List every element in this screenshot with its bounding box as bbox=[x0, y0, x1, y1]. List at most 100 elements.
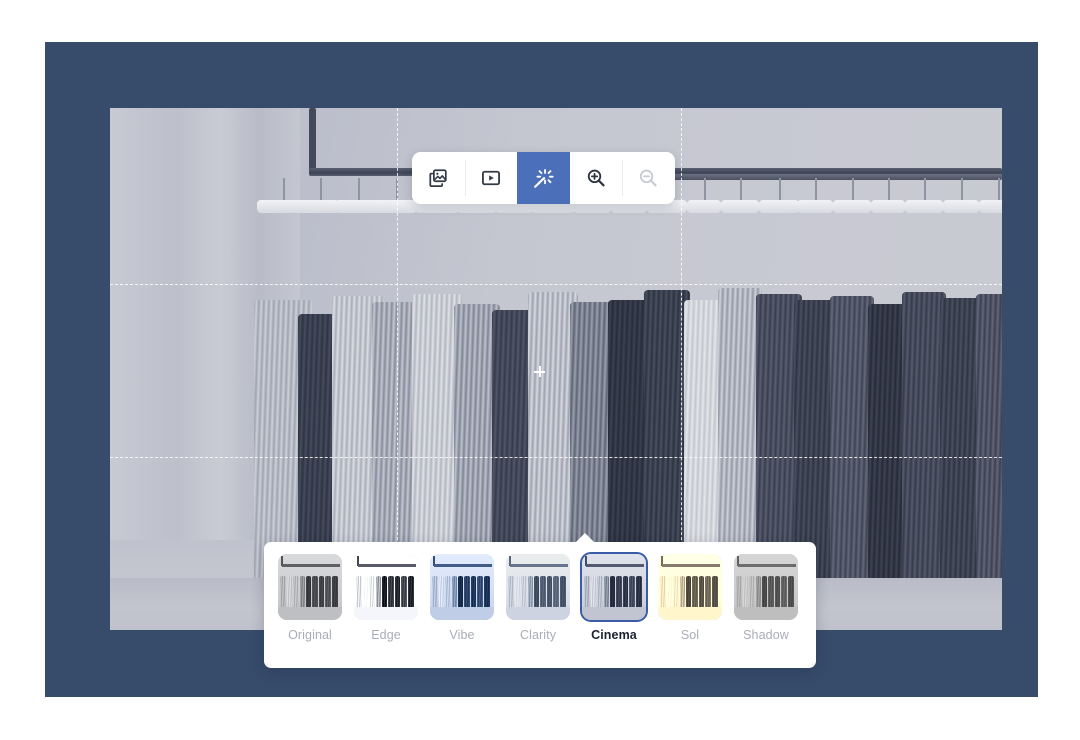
filter-preview-garment bbox=[591, 576, 596, 608]
filter-preview-image bbox=[354, 554, 418, 620]
filter-preview-garment bbox=[616, 576, 622, 608]
filter-item-vibe[interactable]: Vibe bbox=[430, 554, 494, 642]
filter-item-cinema[interactable]: Cinema bbox=[582, 554, 646, 642]
filter-item-original[interactable]: Original bbox=[278, 554, 342, 642]
filter-preview-garment bbox=[692, 576, 698, 608]
filter-preview-garment bbox=[749, 576, 755, 608]
filter-preview-garment bbox=[458, 576, 463, 608]
hanger-shoulder bbox=[871, 200, 905, 213]
hanger-shoulder bbox=[759, 200, 799, 213]
filter-preview-garment bbox=[432, 576, 438, 608]
filter-preview-garments bbox=[354, 567, 418, 608]
filter-preview-garments bbox=[582, 567, 646, 608]
hanger-shoulder bbox=[375, 200, 417, 213]
filter-preview-garment bbox=[508, 576, 514, 608]
toolbar-button-effects[interactable] bbox=[517, 152, 570, 204]
toolbar-button-zoom-out[interactable] bbox=[622, 152, 675, 204]
filter-preview-garment bbox=[686, 576, 691, 608]
filter-item-edge[interactable]: Edge bbox=[354, 554, 418, 642]
toolbar-button-video[interactable] bbox=[464, 152, 517, 204]
filter-label-clarity: Clarity bbox=[519, 628, 557, 642]
toolbar-button-media-library[interactable] bbox=[412, 152, 465, 204]
filter-label-original: Original bbox=[288, 628, 332, 642]
filter-preview-image bbox=[278, 554, 342, 620]
filter-preview-floor bbox=[582, 607, 646, 620]
filter-preview-floor bbox=[430, 607, 494, 620]
filter-preview-image bbox=[430, 554, 494, 620]
filter-preview-garment bbox=[382, 576, 387, 608]
hanger-shoulder bbox=[687, 200, 721, 213]
filter-preview-garment bbox=[306, 576, 311, 608]
filter-item-sol[interactable]: Sol bbox=[658, 554, 722, 642]
hanger-shoulder bbox=[943, 200, 979, 213]
filter-preview-garment bbox=[439, 576, 444, 608]
filter-preview-garment bbox=[408, 576, 414, 608]
filter-preview-garment bbox=[445, 576, 451, 608]
filter-preview-garment bbox=[636, 576, 642, 608]
filter-preview-garment bbox=[515, 576, 520, 608]
filter-preview-garment bbox=[356, 576, 362, 608]
filter-item-shadow[interactable]: Shadow bbox=[734, 554, 798, 642]
hanger-shoulder bbox=[721, 200, 759, 213]
filter-thumbnail-sol[interactable] bbox=[658, 554, 722, 620]
filter-preview-floor bbox=[278, 607, 342, 620]
filter-list: Original Edge Vibe Clarity Cinema Sol Shadow bbox=[264, 554, 816, 642]
filter-preview-garment bbox=[452, 576, 457, 608]
hanger-shoulder bbox=[905, 200, 943, 213]
filter-thumbnail-vibe[interactable] bbox=[430, 554, 494, 620]
filter-preview-garment bbox=[560, 576, 566, 608]
filter-preview-garment bbox=[280, 576, 286, 608]
filter-preview-garments bbox=[430, 567, 494, 608]
filter-preview-garments bbox=[658, 567, 722, 608]
filter-preview-floor bbox=[506, 607, 570, 620]
filter-preview-garment bbox=[756, 576, 761, 608]
filter-preview-garment bbox=[712, 576, 718, 608]
toolbar-button-zoom-in[interactable] bbox=[569, 152, 622, 204]
filter-thumbnail-cinema[interactable] bbox=[582, 554, 646, 620]
filter-preview-garment bbox=[660, 576, 666, 608]
filter-thumbnail-edge[interactable] bbox=[354, 554, 418, 620]
filter-preview-garment bbox=[325, 576, 331, 608]
filter-preview-garments bbox=[734, 567, 798, 608]
filter-preview-floor bbox=[658, 607, 722, 620]
editor-toolbar[interactable] bbox=[412, 152, 675, 204]
filter-preview-image bbox=[734, 554, 798, 620]
filter-preview-image bbox=[506, 554, 570, 620]
filter-preview-garment bbox=[477, 576, 483, 608]
filter-preview-garment bbox=[319, 576, 324, 608]
filter-preview-garment bbox=[534, 576, 539, 608]
filter-preview-garment bbox=[471, 576, 476, 608]
filter-preview-garment bbox=[736, 576, 742, 608]
filter-label-cinema: Cinema bbox=[591, 628, 637, 642]
filter-picker-panel[interactable]: Original Edge Vibe Clarity Cinema Sol Shadow bbox=[264, 533, 816, 668]
filter-thumbnail-shadow[interactable] bbox=[734, 554, 798, 620]
filter-preview-garment bbox=[768, 576, 774, 608]
filter-preview-garment bbox=[464, 576, 470, 608]
filter-preview-garment bbox=[547, 576, 552, 608]
filter-preview-garment bbox=[610, 576, 615, 608]
filter-preview-floor bbox=[734, 607, 798, 620]
filter-preview-garments bbox=[506, 567, 570, 608]
filter-preview-garment bbox=[788, 576, 794, 608]
filter-preview-garment bbox=[597, 576, 603, 608]
filter-preview-garment bbox=[287, 576, 292, 608]
filter-thumbnail-original[interactable] bbox=[278, 554, 342, 620]
hanger-shoulder bbox=[301, 200, 339, 213]
filter-preview-garment bbox=[705, 576, 711, 608]
filter-preview-garment bbox=[388, 576, 394, 608]
filter-label-shadow: Shadow bbox=[743, 628, 789, 642]
zoom-in-icon bbox=[585, 167, 607, 189]
filter-preview-garment bbox=[376, 576, 381, 608]
filter-panel-pointer bbox=[575, 533, 595, 543]
filter-preview-garment bbox=[743, 576, 748, 608]
filter-item-clarity[interactable]: Clarity bbox=[506, 554, 570, 642]
filter-preview-garment bbox=[680, 576, 685, 608]
filter-thumbnail-clarity[interactable] bbox=[506, 554, 570, 620]
filter-preview-garments bbox=[278, 567, 342, 608]
filter-preview-garment bbox=[528, 576, 533, 608]
hanger-shoulder bbox=[833, 200, 871, 213]
filter-preview-garment bbox=[332, 576, 338, 608]
magic-wand-icon bbox=[532, 167, 555, 190]
filter-preview-garment bbox=[673, 576, 679, 608]
filter-preview-garment bbox=[293, 576, 299, 608]
